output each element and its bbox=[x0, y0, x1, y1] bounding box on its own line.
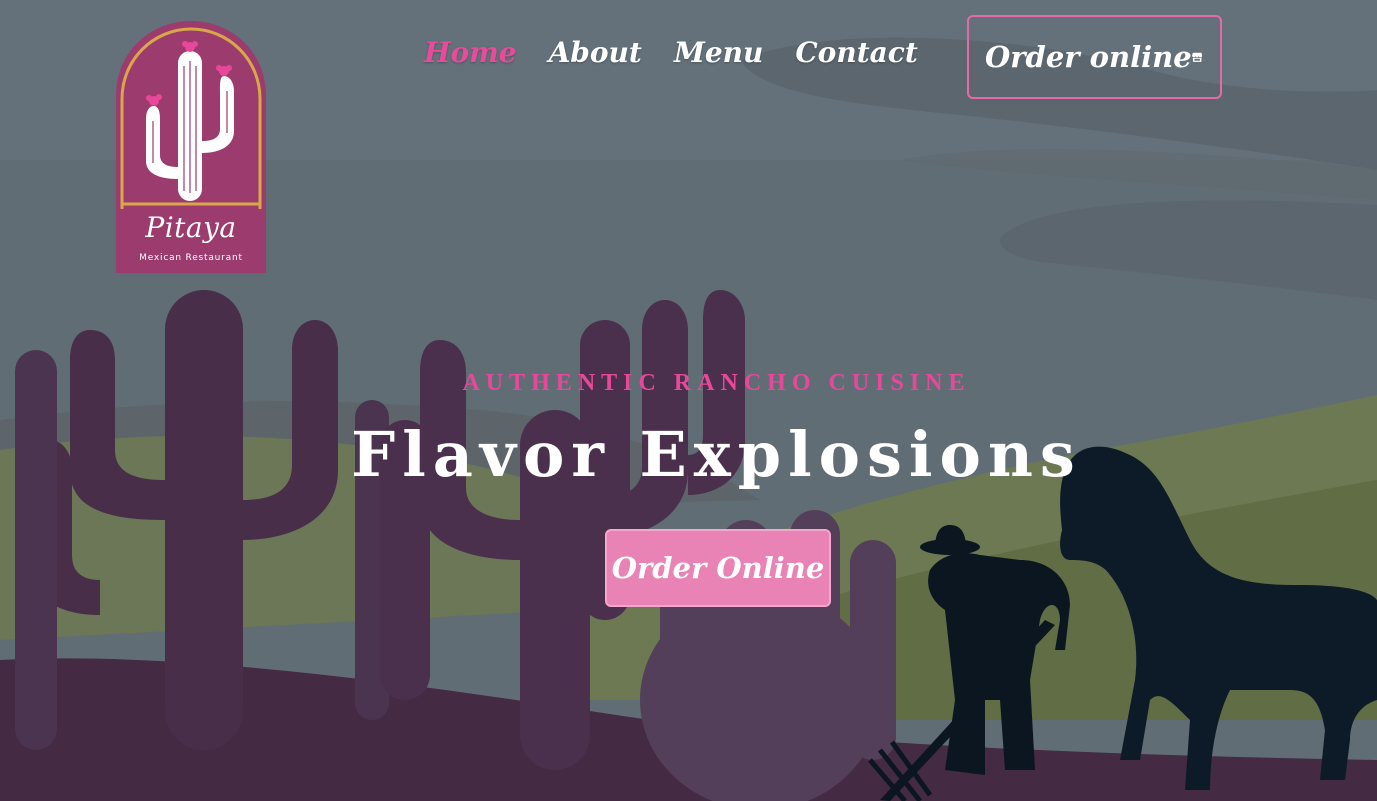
nav-menu[interactable]: Menu bbox=[674, 36, 764, 69]
order-online-header-button[interactable]: Order online bbox=[967, 15, 1222, 99]
main-nav: Home About Menu Contact bbox=[424, 36, 918, 69]
store-icon bbox=[1191, 52, 1202, 62]
order-online-cta-label: Order Online bbox=[611, 551, 825, 585]
hero-tagline: AUTHENTIC RANCHO CUISINE bbox=[462, 370, 971, 396]
nav-about[interactable]: About bbox=[549, 36, 642, 69]
hero-section: Pitaya Mexican Restaurant Home About Men… bbox=[0, 0, 1377, 801]
logo[interactable]: Pitaya Mexican Restaurant bbox=[116, 21, 266, 273]
order-online-header-label: Order online bbox=[985, 40, 1192, 74]
hero-headline: Flavor Explosions bbox=[351, 418, 1082, 491]
logo-tagline: Mexican Restaurant bbox=[139, 253, 243, 263]
nav-home[interactable]: Home bbox=[424, 36, 517, 69]
nav-contact[interactable]: Contact bbox=[795, 36, 917, 69]
order-online-cta-button[interactable]: Order Online bbox=[605, 529, 831, 607]
logo-name: Pitaya bbox=[145, 211, 237, 244]
